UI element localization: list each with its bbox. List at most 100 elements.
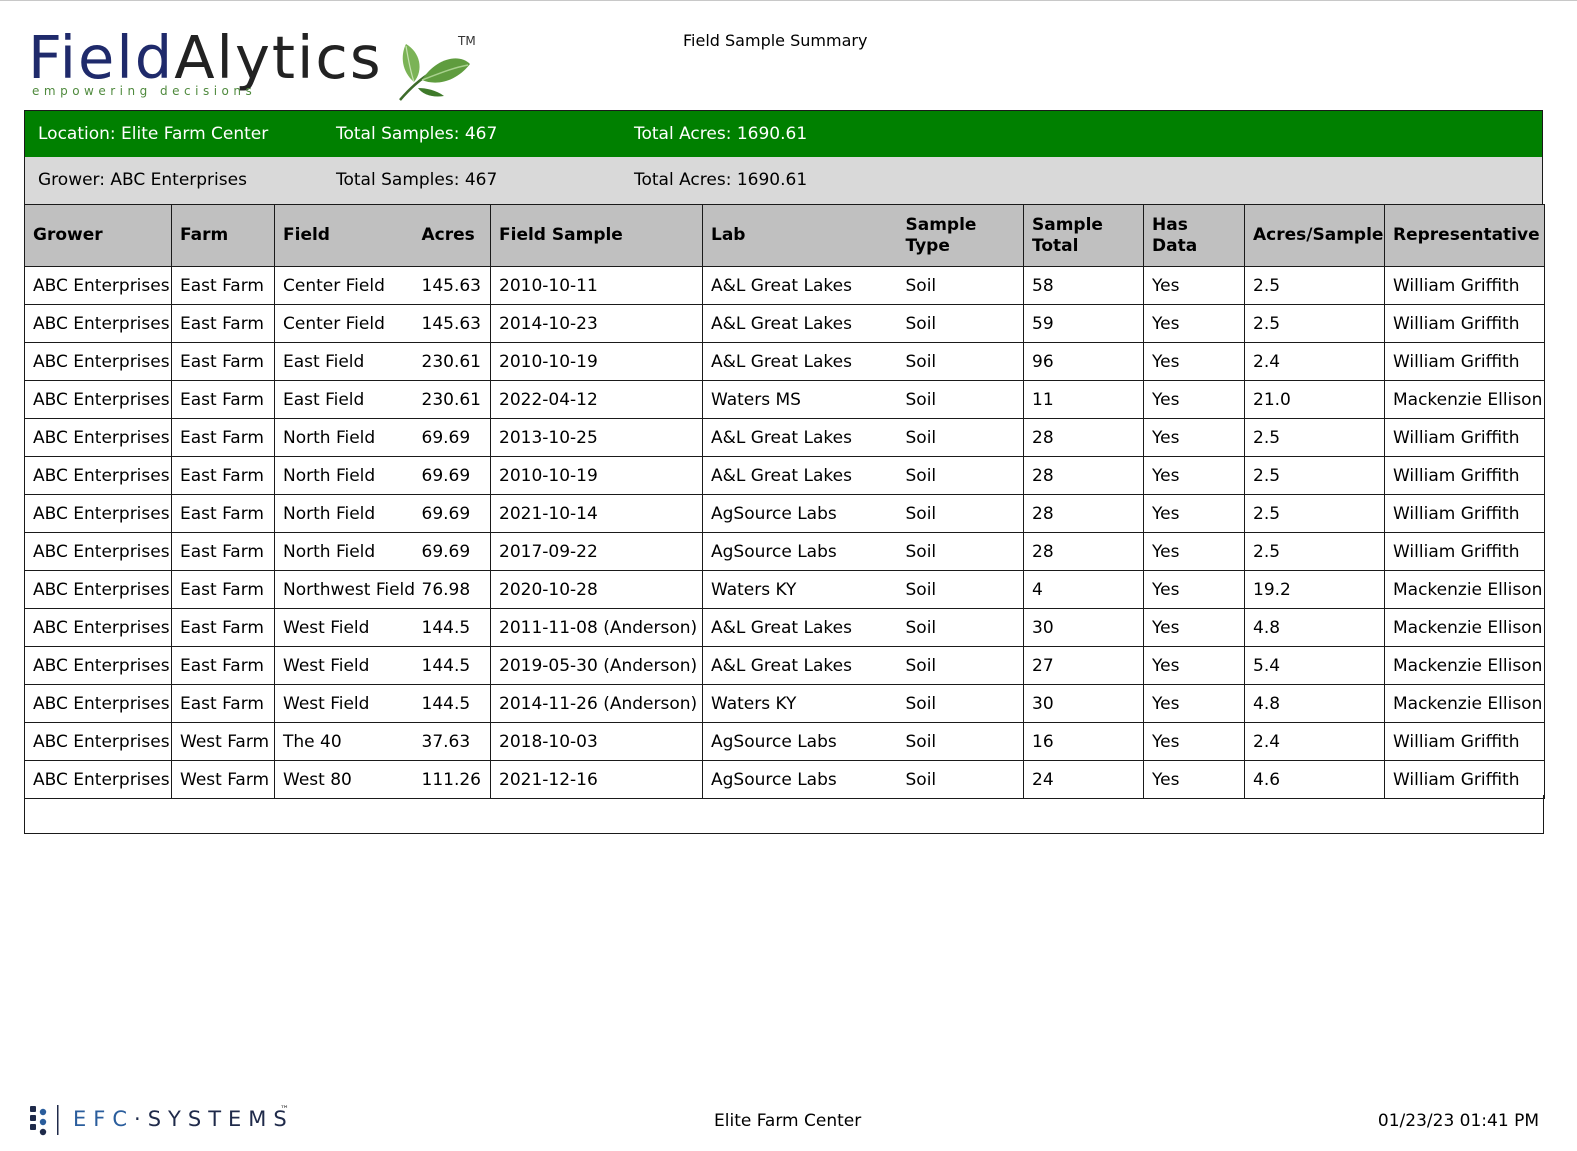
cell-sample-total: 30 [1023,684,1144,723]
cell-farm: East Farm [171,646,275,685]
cell-lab: Waters KY [702,684,898,723]
top-rule [0,0,1577,1]
cell-acres-per-sample: 2.4 [1244,722,1385,761]
cell-grower: ABC Enterprises [24,494,172,533]
cell-acres-per-sample: 21.0 [1244,380,1385,419]
cell-lab: AgSource Labs [702,494,898,533]
footer-location: Elite Farm Center [714,1111,862,1131]
column-header-field-sample: Field Sample [490,204,703,267]
cell-acres: 111.26 [417,760,491,799]
cell-field-sample: 2011-11-08 (Anderson) [490,608,703,647]
cell-sample-type: Soil [897,760,1024,799]
efc-mark-icon [30,1105,59,1136]
cell-farm: East Farm [171,684,275,723]
column-header-sample-type: Sample Type [897,204,1024,267]
cell-lab: A&L Great Lakes [702,342,898,381]
cell-has-data: Yes [1143,608,1245,647]
table-body: ABC Enterprises East Farm Center Field 145.… [24,266,1545,799]
cell-sample-type: Soil [897,342,1024,381]
efc-systems-logo: EFC·SYSTEMS ™ [28,1103,298,1137]
cell-lab: AgSource Labs [702,532,898,571]
cell-lab: Waters KY [702,570,898,609]
cell-farm: West Farm [171,760,275,799]
table-row: ABC Enterprises East Farm North Field 69.69… [24,456,1545,495]
cell-has-data: Yes [1143,570,1245,609]
fieldalytics-logo: FieldAlytics empowering decisions TM [28,26,488,104]
cell-sample-total: 28 [1023,418,1144,457]
field-sample-table: Grower Farm Field Acres Field Sample Lab… [24,204,1545,799]
cell-acres: 145.63 [417,304,491,343]
cell-field: North Field [274,456,418,495]
cell-farm: East Farm [171,266,275,305]
table-row: ABC Enterprises East Farm West Field 144.5 2… [24,684,1545,723]
cell-sample-type: Soil [897,722,1024,761]
cell-acres-per-sample: 4.6 [1244,760,1385,799]
cell-field-sample: 2013-10-25 [490,418,703,457]
cell-sample-total: 4 [1023,570,1144,609]
cell-representative: Mackenzie Ellison [1384,684,1545,723]
cell-acres: 37.63 [417,722,491,761]
cell-lab: A&L Great Lakes [702,646,898,685]
table-header-row: Grower Farm Field Acres Field Sample Lab… [24,204,1545,267]
cell-lab: A&L Great Lakes [702,266,898,305]
cell-field: Northwest Field [274,570,418,609]
cell-farm: East Farm [171,608,275,647]
cell-sample-type: Soil [897,608,1024,647]
table-row: ABC Enterprises East Farm North Field 69.69… [24,532,1545,571]
cell-farm: East Farm [171,570,275,609]
cell-sample-type: Soil [897,684,1024,723]
cell-field: West Field [274,608,418,647]
column-header-field: Field [274,204,418,267]
cell-grower: ABC Enterprises [24,608,172,647]
cell-acres-per-sample: 2.5 [1244,266,1385,305]
cell-farm: East Farm [171,380,275,419]
cell-field-sample: 2010-10-19 [490,342,703,381]
cell-has-data: Yes [1143,304,1245,343]
cell-representative: William Griffith [1384,760,1545,799]
table-row: ABC Enterprises East Farm North Field 69.69… [24,418,1545,457]
location-total-samples: Total Samples: 467 [336,124,498,144]
cell-has-data: Yes [1143,646,1245,685]
cell-farm: East Farm [171,456,275,495]
cell-lab: A&L Great Lakes [702,304,898,343]
table-row: ABC Enterprises East Farm East Field 230.61… [24,380,1545,419]
logo-secondary: Alytics [174,23,383,92]
cell-field: Center Field [274,266,418,305]
cell-field-sample: 2010-10-19 [490,456,703,495]
report-title: Field Sample Summary [683,31,868,50]
table-row: ABC Enterprises East Farm Center Field 145.… [24,266,1545,305]
cell-lab: A&L Great Lakes [702,456,898,495]
cell-acres-per-sample: 2.4 [1244,342,1385,381]
table-row: ABC Enterprises East Farm Center Field 145.… [24,304,1545,343]
cell-has-data: Yes [1143,380,1245,419]
cell-field: North Field [274,532,418,571]
logo-wordmark: FieldAlytics [28,26,383,90]
cell-acres-per-sample: 2.5 [1244,304,1385,343]
cell-acres: 69.69 [417,418,491,457]
cell-representative: Mackenzie Ellison [1384,608,1545,647]
cell-lab: AgSource Labs [702,760,898,799]
cell-sample-total: 11 [1023,380,1144,419]
logo-primary: Field [28,23,175,92]
cell-representative: William Griffith [1384,342,1545,381]
cell-has-data: Yes [1143,494,1245,533]
cell-grower: ABC Enterprises [24,266,172,305]
efc-trademark: ™ [280,1105,289,1115]
cell-grower: ABC Enterprises [24,684,172,723]
cell-field: East Field [274,342,418,381]
cell-field-sample: 2014-10-23 [490,304,703,343]
cell-acres-per-sample: 2.5 [1244,532,1385,571]
cell-field: North Field [274,418,418,457]
cell-sample-type: Soil [897,380,1024,419]
cell-sample-total: 28 [1023,494,1144,533]
cell-field-sample: 2020-10-28 [490,570,703,609]
efc-wordmark: EFC·SYSTEMS [73,1107,294,1131]
cell-sample-total: 96 [1023,342,1144,381]
cell-has-data: Yes [1143,722,1245,761]
cell-has-data: Yes [1143,456,1245,495]
cell-representative: William Griffith [1384,304,1545,343]
location-summary-band: Location: Elite Farm Center Total Sample… [24,110,1543,157]
column-header-farm: Farm [171,204,275,267]
cell-sample-type: Soil [897,304,1024,343]
cell-sample-type: Soil [897,646,1024,685]
